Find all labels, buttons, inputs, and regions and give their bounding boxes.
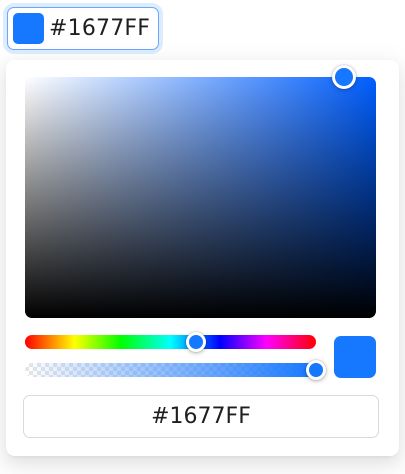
hue-slider[interactable] <box>25 332 316 352</box>
trigger-color-swatch <box>13 13 44 44</box>
hex-input[interactable] <box>23 395 379 438</box>
color-picker-panel <box>6 60 399 456</box>
saturation-value-area[interactable] <box>25 65 376 318</box>
alpha-slider[interactable] <box>25 360 326 380</box>
alpha-slider-handle[interactable] <box>306 360 326 380</box>
alpha-gradient <box>25 363 316 377</box>
hue-slider-handle[interactable] <box>186 332 207 352</box>
trigger-hex-label: #1677FF <box>49 16 151 41</box>
saturation-value-handle[interactable] <box>332 65 357 89</box>
color-picker-trigger[interactable]: #1677FF <box>7 7 159 50</box>
color-preview-swatch <box>334 336 376 378</box>
